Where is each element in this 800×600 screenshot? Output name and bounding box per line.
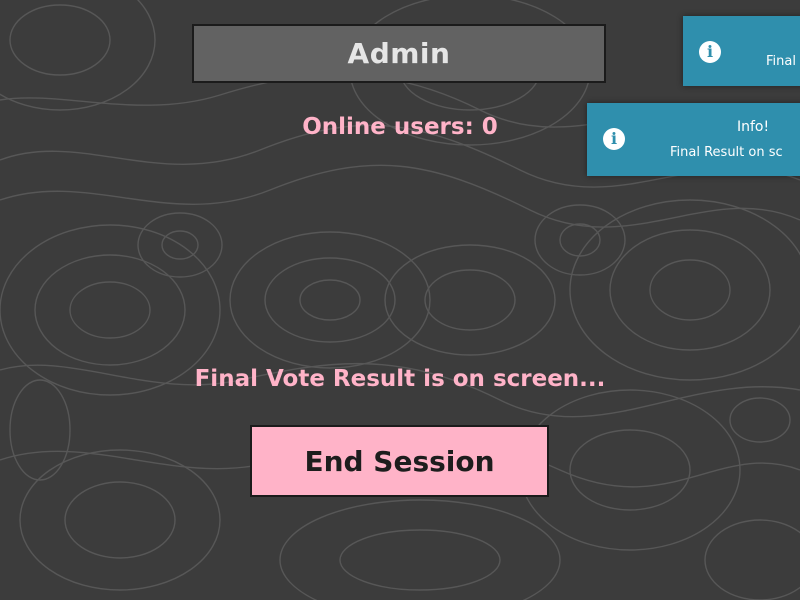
end-session-button[interactable]: End Session xyxy=(250,425,549,497)
topographic-background xyxy=(0,0,800,600)
toast-title: Info! xyxy=(737,119,770,135)
info-icon: i xyxy=(603,128,625,150)
toast-message: Final xyxy=(766,54,796,69)
admin-header: Admin xyxy=(192,24,606,83)
info-icon: i xyxy=(699,41,721,63)
vote-result-status: Final Vote Result is on screen... xyxy=(194,366,606,392)
toast-message: Final Result on sc xyxy=(670,145,783,160)
toast-notification[interactable]: i Final xyxy=(683,16,800,86)
online-users-count: Online users: 0 xyxy=(302,114,498,140)
toast-notification[interactable]: i Info! Final Result on sc xyxy=(587,103,800,176)
